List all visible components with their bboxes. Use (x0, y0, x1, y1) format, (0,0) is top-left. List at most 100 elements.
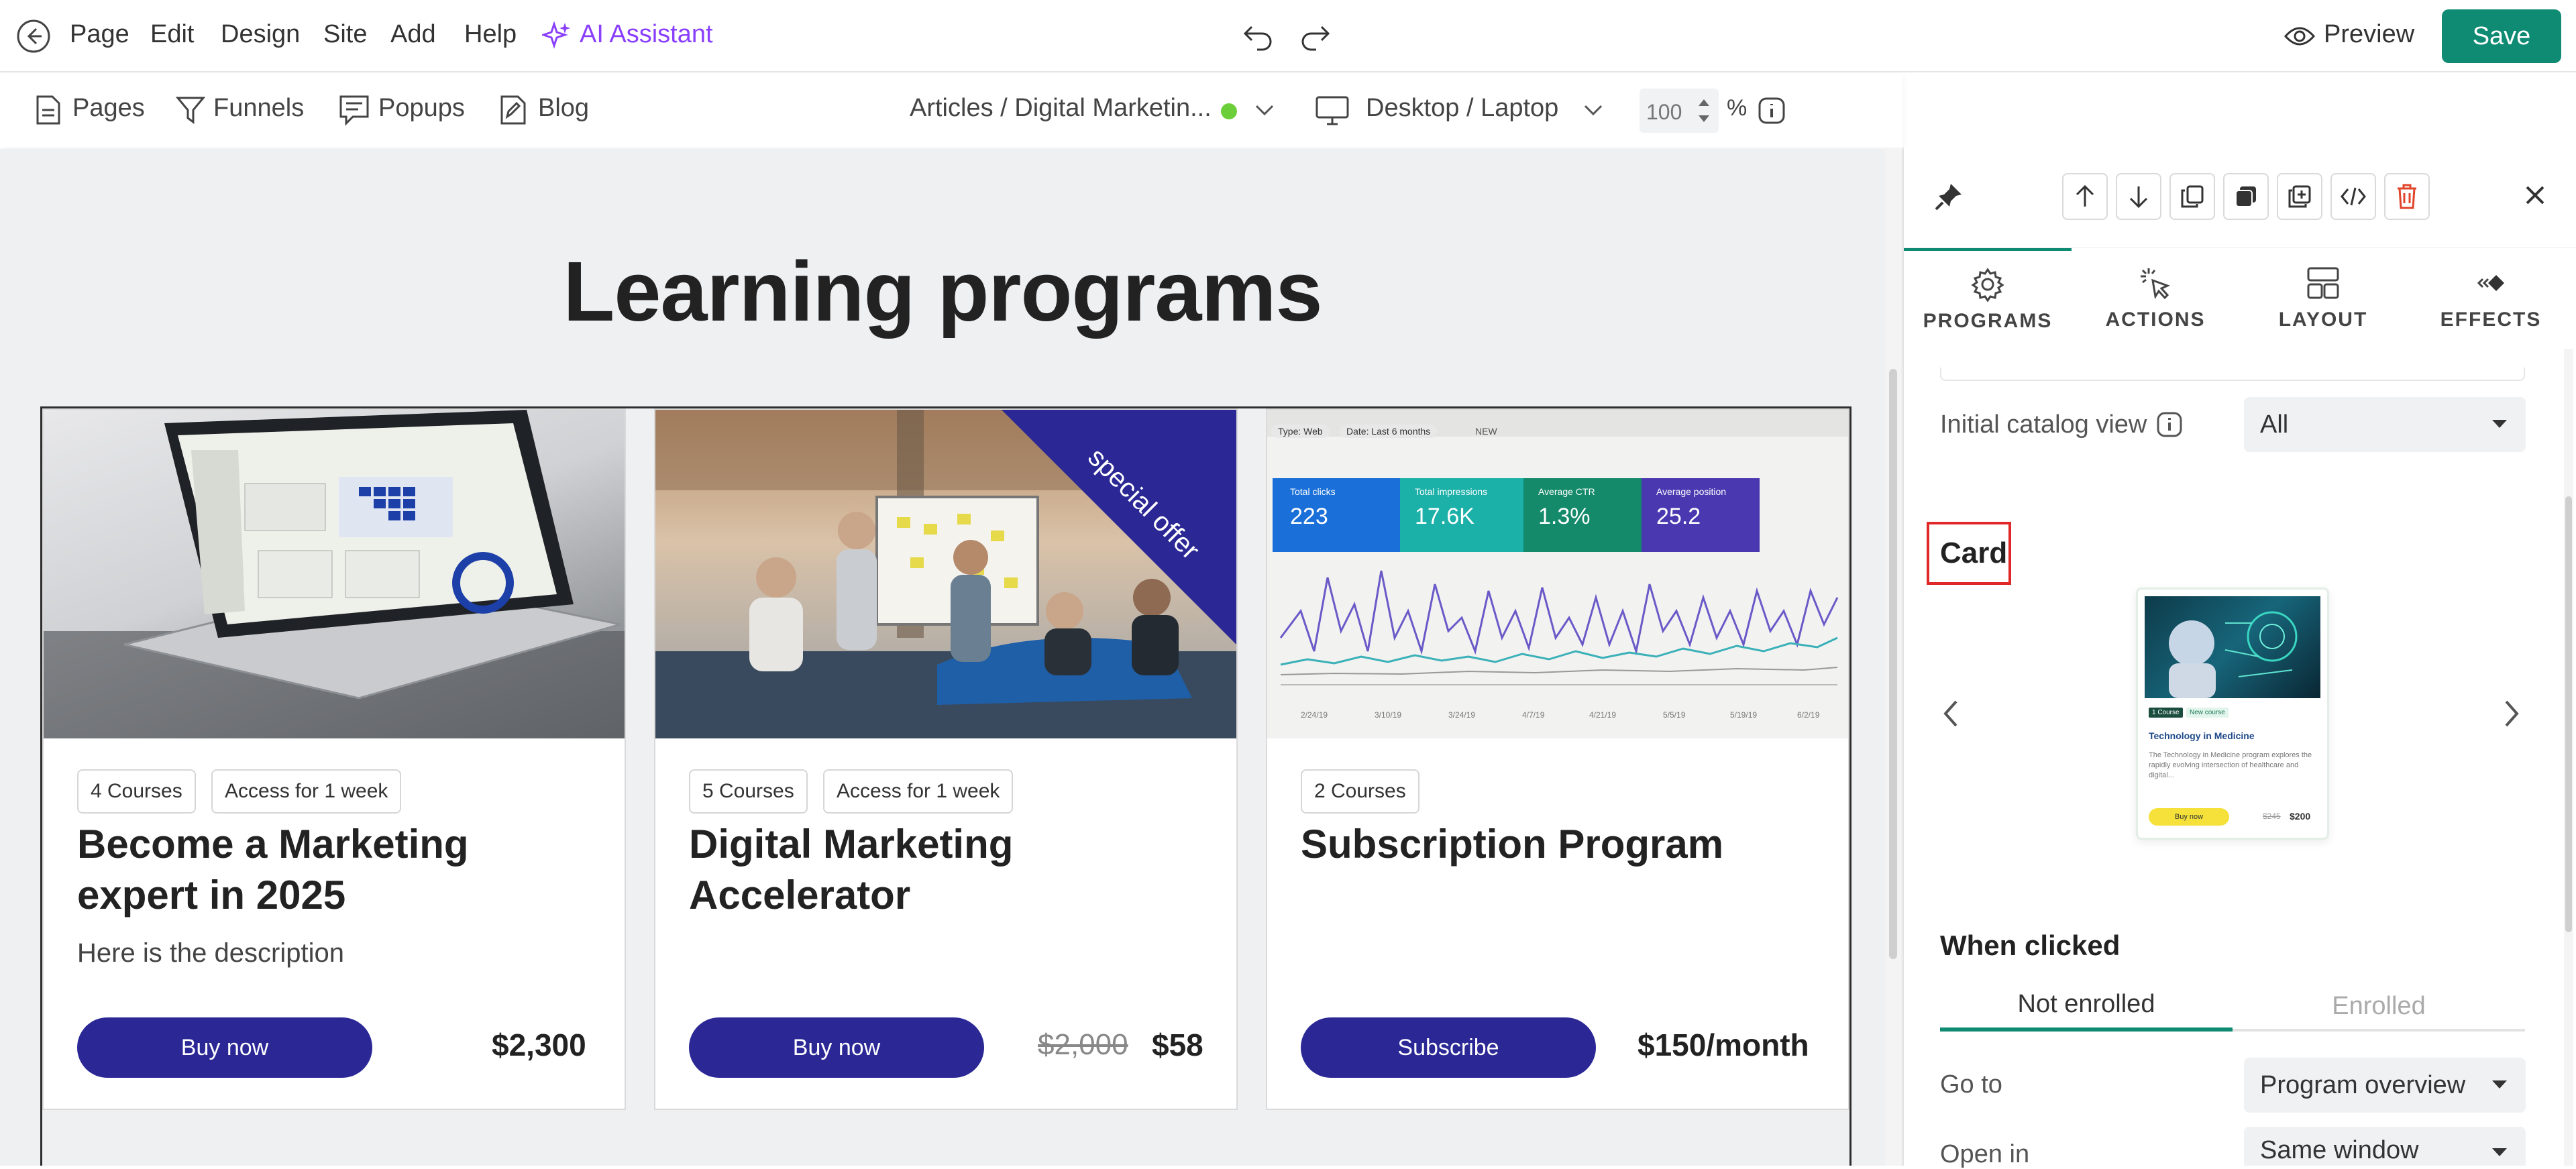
program-title: Subscription Program (1301, 822, 1724, 867)
metric-value: 17.6K (1415, 504, 1474, 529)
metric-label: Average CTR (1538, 486, 1595, 497)
initial-catalog-view-select[interactable]: All (2244, 397, 2526, 452)
gear-icon (1970, 267, 2005, 302)
eye-icon (2284, 23, 2316, 50)
chevron-down-icon[interactable] (1254, 103, 1275, 117)
nav-blog[interactable]: Blog (538, 94, 589, 123)
buy-now-button[interactable]: Buy now (77, 1017, 372, 1078)
chevron-right-icon[interactable] (2502, 698, 2522, 730)
axis-date: 5/5/19 (1663, 710, 1686, 720)
program-price: $2,300 (492, 1027, 586, 1062)
scrollbar-thumb[interactable] (1889, 369, 1897, 959)
menu-edit[interactable]: Edit (150, 20, 194, 49)
menu-add[interactable]: Add (390, 20, 436, 49)
metric-tile: Average CTR 1.3% (1523, 478, 1642, 552)
arrow-up-icon (2074, 184, 2096, 209)
stepper-icon[interactable] (1696, 94, 1712, 127)
subtab-label: Not enrolled (2017, 989, 2155, 1018)
canvas-scrollbar[interactable] (1885, 148, 1901, 1166)
code-button[interactable] (2330, 173, 2376, 220)
panel-toolbar (1904, 148, 2576, 248)
enrollment-subtabs: Not enrolled Enrolled (1940, 981, 2525, 1032)
tab-programs[interactable]: PROGRAMS (1904, 248, 2072, 349)
tab-label: LAYOUT (2278, 309, 2368, 331)
course-count-tag: 5 Courses (689, 769, 808, 814)
initial-catalog-view-label: Initial catalog view (1940, 410, 2147, 439)
menu-help[interactable]: Help (464, 20, 517, 49)
program-title: Digital Marketing Accelerator (689, 822, 1014, 917)
preview-price: $200 (2290, 811, 2311, 822)
nav-funnels[interactable]: Funnels (213, 94, 304, 123)
program-price: $150/month (1638, 1027, 1809, 1062)
subscribe-button[interactable]: Subscribe (1301, 1017, 1596, 1078)
preview-buy-button: Buy now (2149, 808, 2229, 826)
card-style-preview[interactable]: 1 Course New course Technology in Medici… (2136, 588, 2329, 840)
tab-actions[interactable]: ACTIONS (2072, 248, 2239, 349)
nav-popups[interactable]: Popups (378, 94, 465, 123)
axis-date: 3/24/19 (1448, 710, 1476, 720)
open-in-select[interactable]: Same window (2244, 1127, 2526, 1166)
open-in-label: Open in (1940, 1140, 2030, 1168)
preview-old-price: $245 (2263, 812, 2281, 821)
back-icon[interactable] (16, 19, 51, 54)
axis-date: 4/21/19 (1589, 710, 1617, 720)
caret-down-icon (2492, 420, 2507, 428)
subtab-enrolled[interactable]: Enrolled (2233, 981, 2525, 1032)
preview-button[interactable]: Preview (2324, 20, 2414, 49)
undo-icon[interactable] (1242, 21, 1275, 51)
go-to-label: Go to (1940, 1070, 2002, 1099)
go-to-select[interactable]: Program overview (2244, 1058, 2526, 1113)
menu-design[interactable]: Design (221, 20, 300, 49)
buy-now-button[interactable]: Buy now (689, 1017, 984, 1078)
programs-catalog[interactable]: 4 Courses Access for 1 week Become a Mar… (40, 406, 1851, 1166)
program-card[interactable]: 4 Courses Access for 1 week Become a Mar… (42, 408, 626, 1110)
program-image (44, 410, 625, 738)
nav-pages[interactable]: Pages (72, 94, 145, 123)
caret-down-icon (2492, 1148, 2507, 1156)
info-icon[interactable] (2156, 411, 2183, 438)
select-value: All (2260, 410, 2289, 439)
zoom-unit: % (1727, 95, 1748, 121)
move-down-button[interactable] (2116, 173, 2161, 220)
chevron-down-icon[interactable] (1583, 103, 1603, 117)
program-image: special offer (655, 410, 1236, 738)
menu-site[interactable]: Site (323, 20, 367, 49)
device-selector[interactable]: Desktop / Laptop (1366, 94, 1558, 123)
info-icon[interactable] (1758, 97, 1786, 125)
subtab-not-enrolled[interactable]: Not enrolled (1940, 981, 2233, 1032)
page-selector[interactable]: Articles / Digital Marketin... (910, 94, 1212, 123)
close-icon[interactable] (2524, 184, 2546, 207)
new-label: NEW (1475, 426, 1497, 437)
delete-button[interactable] (2384, 173, 2430, 220)
scrollbar-thumb[interactable] (2565, 496, 2572, 932)
program-image: Type: Web Date: Last 6 months NEW Total … (1267, 410, 1848, 738)
metric-label: Average position (1656, 486, 1727, 497)
sparkle-icon (542, 21, 572, 51)
axis-date: 6/2/19 (1797, 710, 1820, 720)
menu-page[interactable]: Page (70, 20, 129, 49)
move-up-button[interactable] (2062, 173, 2108, 220)
panel-scrollbar[interactable] (2564, 349, 2573, 1166)
popup-icon (338, 94, 370, 126)
redo-icon[interactable] (1299, 21, 1331, 51)
program-card[interactable]: Type: Web Date: Last 6 months NEW Total … (1266, 408, 1849, 1110)
tab-effects[interactable]: EFFECTS (2407, 248, 2575, 349)
duplicate-icon (2233, 184, 2259, 209)
old-price: $2,000 (1038, 1028, 1128, 1061)
metric-label: Total impressions (1415, 486, 1488, 497)
add-copy-button[interactable] (2277, 173, 2322, 220)
pin-icon[interactable] (1933, 181, 1964, 212)
zoom-input[interactable]: 100 (1640, 89, 1719, 133)
duplicate-button[interactable] (2223, 173, 2269, 220)
tab-layout[interactable]: LAYOUT (2239, 248, 2407, 349)
filter-chip: Date: Last 6 months (1340, 425, 1438, 438)
ai-assistant-button[interactable]: AI Assistant (580, 20, 713, 49)
filter-chip: Type: Web (1271, 425, 1330, 438)
copy-button[interactable] (2169, 173, 2215, 220)
save-button[interactable]: Save (2442, 9, 2561, 63)
program-card[interactable]: special offer 5 Courses Access for 1 wee… (654, 408, 1238, 1110)
chevron-left-icon[interactable] (1940, 698, 1960, 730)
access-tag: Access for 1 week (211, 769, 402, 814)
program-title: Become a Marketing expert in 2025 (77, 822, 469, 917)
program-price: $58 (1152, 1027, 1203, 1062)
